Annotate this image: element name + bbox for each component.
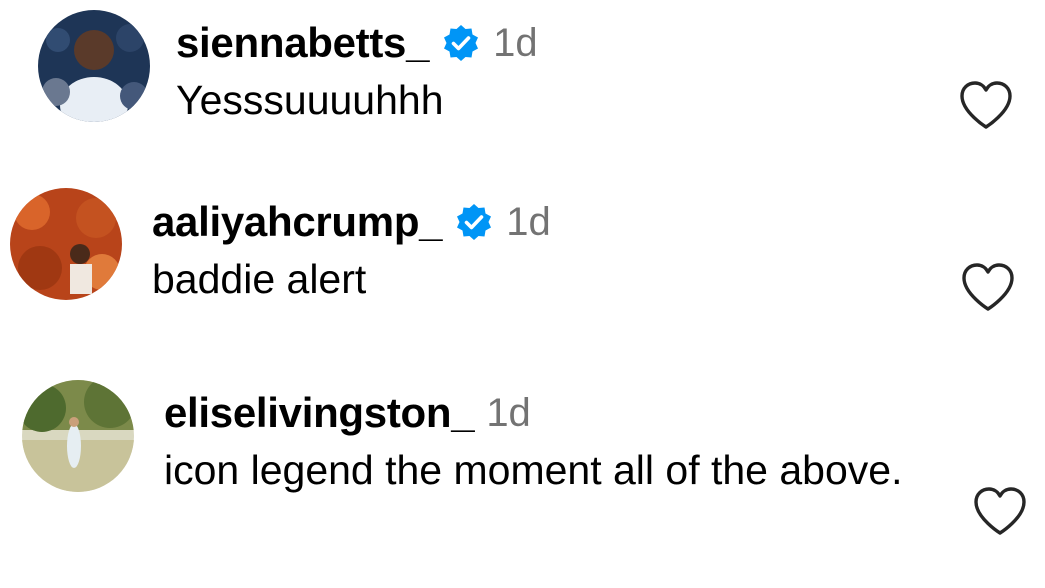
- heart-outline-icon: [960, 81, 1012, 129]
- like-button[interactable]: [972, 486, 1028, 538]
- comment-username[interactable]: siennabetts_: [176, 19, 429, 67]
- heart-outline-icon: [962, 263, 1014, 311]
- avatar-image: [22, 380, 134, 492]
- comment-text: baddie alert: [152, 256, 367, 302]
- comment-timestamp[interactable]: 1d: [493, 21, 538, 66]
- comment-username[interactable]: aaliyahcrump_: [152, 198, 443, 246]
- avatar[interactable]: [38, 10, 150, 122]
- comment-timestamp[interactable]: 1d: [486, 391, 531, 436]
- comment-text: icon legend the moment all of the above.: [164, 447, 903, 493]
- verified-badge-icon: [441, 23, 481, 63]
- comment-timestamp[interactable]: 1d: [506, 200, 551, 245]
- avatar[interactable]: [22, 380, 134, 492]
- avatar[interactable]: [10, 188, 122, 300]
- comment-text: Yesssuuuuhhh: [176, 77, 444, 123]
- like-button[interactable]: [960, 262, 1016, 314]
- like-button[interactable]: [958, 80, 1014, 132]
- heart-outline-icon: [974, 487, 1026, 535]
- comment-username[interactable]: eliselivingston_: [164, 389, 475, 437]
- avatar-image: [38, 10, 150, 122]
- verified-badge-icon: [454, 202, 494, 242]
- avatar-image: [10, 188, 122, 300]
